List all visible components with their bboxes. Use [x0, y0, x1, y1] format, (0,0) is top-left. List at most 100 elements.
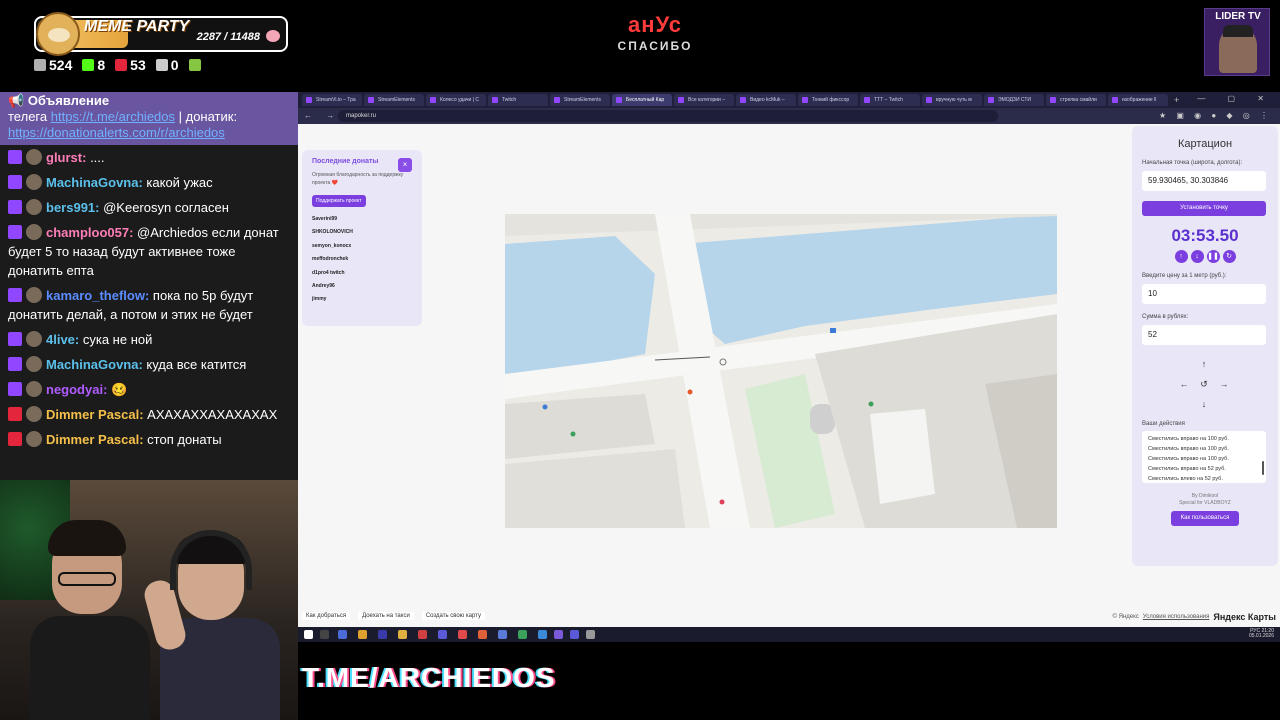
browser-tab[interactable]: Тонкий фикссор	[798, 94, 858, 106]
price-input[interactable]: 10	[1142, 284, 1266, 304]
taskbar-app-icon[interactable]	[398, 630, 407, 639]
browser-tab[interactable]: ТТТ – Twitch	[860, 94, 920, 106]
browser-tab[interactable]: Twitch	[488, 94, 548, 106]
extension-icons[interactable]: ★ ▣ ◉ ● ◆ ◎ ⋮	[1159, 111, 1272, 120]
taskbar-app-icon[interactable]	[458, 630, 467, 639]
sum-input[interactable]: 52	[1142, 325, 1266, 345]
browser-tab[interactable]: Видео kcMuk –	[736, 94, 796, 106]
chat-nick[interactable]: MachinaGovna:	[46, 175, 143, 190]
search-icon[interactable]	[320, 630, 329, 639]
window-controls[interactable]: — ▢ ✕	[1197, 94, 1274, 103]
chat-panel: 📢 Объявление телега https://t.me/archied…	[0, 92, 298, 480]
browser-tab[interactable]: StreamElements	[364, 94, 424, 106]
map-footer-links: Как добраться Доехать на такси Создать с…	[302, 612, 486, 620]
chat-nick[interactable]: champloo057:	[46, 225, 133, 240]
taskbar-app-icon[interactable]	[338, 630, 347, 639]
terms-link[interactable]: Условия использования	[1143, 614, 1210, 620]
pause-icon[interactable]: ❚❚	[1206, 250, 1220, 263]
taskbar-app-icon[interactable]	[438, 630, 447, 639]
browser-tab[interactable]: вручную чуть м	[922, 94, 982, 106]
donationalerts-link[interactable]: https://donationalerts.com/r/archiedos	[8, 125, 225, 140]
support-project-button[interactable]: Поддержать проект	[312, 195, 366, 207]
taskbar-app-icon[interactable]	[498, 630, 507, 639]
viewer-stats: 524 8 53 0	[34, 57, 201, 73]
donation-item: Andrey96	[312, 283, 335, 290]
address-bar[interactable]: mapoker.ru	[338, 110, 998, 122]
reset-icon[interactable]: ↻	[1222, 250, 1236, 263]
close-icon[interactable]: ×	[398, 158, 412, 172]
chat-nick[interactable]: 4live:	[46, 332, 79, 347]
chat-nick[interactable]: bers991:	[46, 200, 99, 215]
taxi-link[interactable]: Доехать на такси	[358, 612, 414, 620]
streamer-person	[30, 520, 150, 720]
rumble-icon	[188, 59, 201, 71]
action-item: Сместились влево на 52 руб.	[1148, 476, 1223, 482]
browser-tab[interactable]: стрелка смайли	[1046, 94, 1106, 106]
create-map-link[interactable]: Создать свою карту	[421, 612, 486, 620]
donation-item: Saverini99	[312, 216, 338, 222]
timer-down-icon[interactable]: ↓	[1190, 250, 1204, 263]
chat-nick[interactable]: glurst:	[46, 150, 86, 165]
taskbar-app-icon[interactable]	[358, 630, 367, 639]
chat-announcement: 📢 Объявление телега https://t.me/archied…	[0, 92, 298, 145]
panel-title: Картацион	[1177, 138, 1233, 150]
browser-tab[interactable]: Колесо удачи | С	[426, 94, 486, 106]
action-item: Сместились вправо на 100 руб.	[1148, 456, 1229, 462]
chat-nick[interactable]: negodyai:	[46, 382, 107, 397]
chat-message: Dimmer Pascal: АХАХАХХАХАХАХАХ	[0, 402, 298, 427]
chat-messages: glurst: .... MachinaGovna: какой ужас bers…	[0, 145, 298, 452]
timer-up-icon[interactable]: ↑	[1174, 250, 1188, 263]
chat-nick[interactable]: kamaro_theflow:	[46, 288, 149, 303]
stat-value: 524	[49, 57, 73, 73]
browser-tab[interactable]: изображение ll	[1108, 94, 1168, 106]
stream-screen: MEME PARTY 2287 / 11488 524 8 53 0 анУс …	[0, 0, 1280, 720]
avatar	[26, 174, 42, 190]
chat-nick[interactable]: Dimmer Pascal:	[46, 432, 144, 447]
twitch-icon	[8, 200, 22, 214]
telegram-link[interactable]: https://t.me/archiedos	[51, 109, 175, 124]
chat-message: MachinaGovna: куда все катится	[0, 352, 298, 377]
map-view[interactable]	[505, 214, 1057, 528]
donation-item: SHKOLONOVICH	[312, 229, 353, 236]
reset-position-icon[interactable]: ↺	[1197, 377, 1211, 391]
stat-kick: 8	[82, 57, 105, 73]
howto-button[interactable]: Как пользоваться	[1171, 511, 1239, 526]
browser-tab[interactable]: Все категории –	[674, 94, 734, 106]
action-item: Сместились вправо на 52 руб.	[1148, 466, 1226, 472]
arrow-right-icon[interactable]: →	[1217, 377, 1231, 391]
browser-tab[interactable]: StreamVi.io – Тра	[302, 94, 362, 106]
browser-tabbar: StreamVi.io – Тра StreamElements Колесо уд…	[298, 92, 1280, 108]
taskbar-app-icon[interactable]	[538, 630, 547, 639]
start-point-input[interactable]: 59.930465, 30.303846	[1142, 171, 1266, 191]
taskbar-app-icon[interactable]	[478, 630, 487, 639]
windows-start-icon[interactable]	[304, 630, 313, 639]
taskbar-app-icon[interactable]	[378, 630, 387, 639]
arrow-down-icon[interactable]: ↓	[1197, 397, 1211, 411]
chat-nick[interactable]: MachinaGovna:	[46, 357, 143, 372]
set-point-button[interactable]: Установить точку	[1142, 201, 1266, 216]
browser-tab[interactable]: ЭМОДЗИ СТИ	[984, 94, 1044, 106]
new-tab-icon[interactable]: +	[1174, 95, 1179, 105]
map-canvas[interactable]	[505, 214, 1057, 528]
actions-label: Ваши действия	[1142, 421, 1185, 427]
arrow-up-icon[interactable]: ↑	[1197, 357, 1211, 371]
meme-party-title: MEME PARTY	[84, 18, 190, 35]
actions-log[interactable]: Сместились вправо на 100 руб. Сместились …	[1142, 431, 1266, 483]
taskbar-app-icon[interactable]	[554, 630, 563, 639]
chat-nick[interactable]: Dimmer Pascal:	[46, 407, 144, 422]
avatar	[26, 287, 42, 303]
browser-tab[interactable]: Бесплатный Кар	[612, 94, 672, 106]
system-clock[interactable]: РУС 21:20 05.01.2026	[1249, 629, 1274, 639]
route-link[interactable]: Как добраться	[302, 612, 351, 620]
taskbar-app-icon[interactable]	[586, 630, 595, 639]
chrome-icon[interactable]	[418, 630, 427, 639]
arrow-left-icon[interactable]: ←	[1177, 377, 1191, 391]
webcam-feed	[0, 480, 298, 720]
price-label: Введите цену за 1 метр (руб.):	[1142, 273, 1227, 279]
announcement-prefix: телега	[8, 109, 51, 124]
log-scrollbar[interactable]	[1262, 461, 1264, 475]
taskbar-app-icon[interactable]	[570, 630, 579, 639]
browser-tab[interactable]: StreamElements	[550, 94, 610, 106]
taskbar-app-icon[interactable]	[518, 630, 527, 639]
credits: By Dimikool Special for VLADBOYZ	[1142, 493, 1268, 507]
